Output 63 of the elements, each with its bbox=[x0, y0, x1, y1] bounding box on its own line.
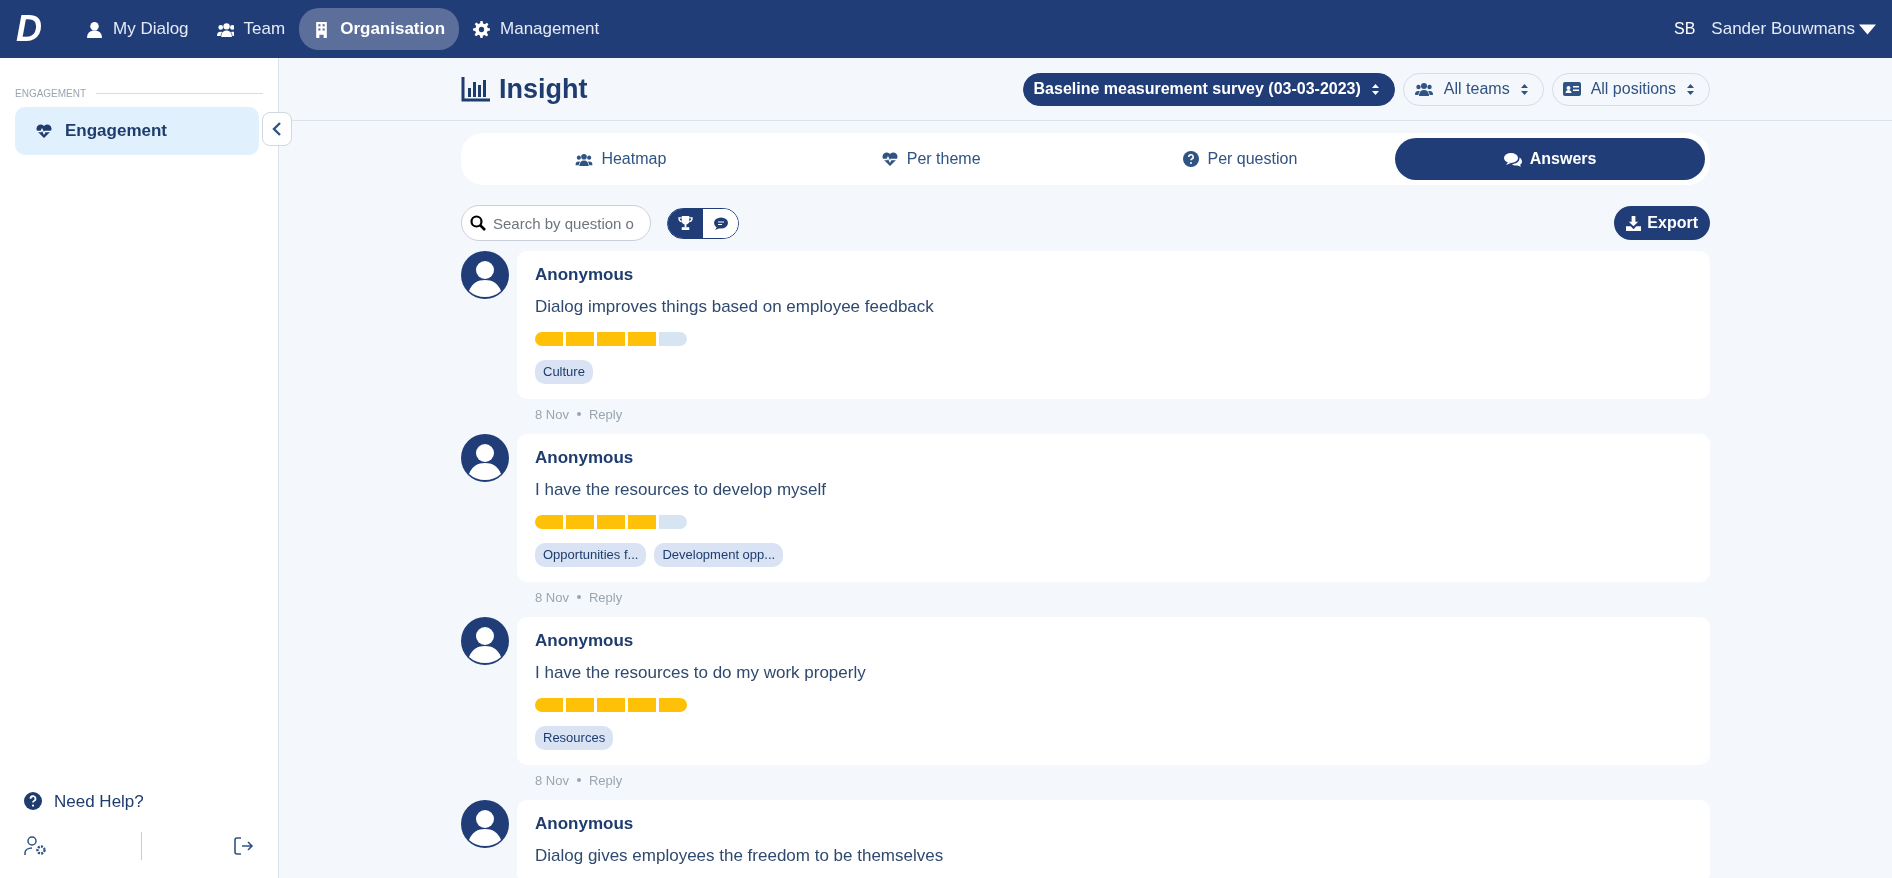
chevron-left-icon bbox=[272, 122, 282, 136]
person-icon bbox=[86, 20, 103, 38]
theme-tag: Resources bbox=[535, 726, 614, 750]
nav-tab[interactable]: Organisation bbox=[299, 8, 460, 50]
nav-tab[interactable]: Team bbox=[202, 8, 300, 50]
user-settings-icon bbox=[24, 836, 48, 856]
author-name: Anonymous bbox=[535, 264, 635, 286]
answer-date: 8 Nov bbox=[535, 405, 569, 424]
avatar-silhouette-icon bbox=[461, 434, 509, 482]
view-toggle-button[interactable] bbox=[668, 208, 703, 238]
heartbeat-icon bbox=[35, 123, 53, 139]
people-icon bbox=[1413, 81, 1434, 97]
answer-date: 8 Nov bbox=[535, 771, 569, 790]
sort-icon bbox=[1686, 82, 1695, 96]
sort-icon bbox=[1370, 82, 1380, 96]
bar-chart-icon bbox=[461, 76, 491, 102]
page-title: Insight bbox=[499, 72, 588, 106]
view-tab[interactable]: Heatmap bbox=[466, 138, 776, 180]
question-icon bbox=[1183, 151, 1200, 167]
people-icon bbox=[575, 151, 594, 167]
id-card-icon bbox=[1562, 82, 1581, 96]
view-tab[interactable]: Per question bbox=[1085, 138, 1396, 180]
help-link[interactable]: Need Help? bbox=[24, 788, 144, 814]
avatar-silhouette-icon bbox=[461, 617, 509, 665]
heartbeat-icon bbox=[880, 151, 899, 167]
theme-tag: Opportunities f... bbox=[535, 543, 647, 567]
sort-icon bbox=[1519, 82, 1529, 96]
sign-out-icon bbox=[234, 837, 254, 855]
nav-tab[interactable]: My Dialog bbox=[72, 8, 203, 50]
author-name: Anonymous bbox=[535, 447, 635, 469]
question-text: I have the resources to develop myself bbox=[535, 478, 828, 501]
question-text: I have the resources to do my work properly bbox=[535, 661, 867, 684]
filter-dropdown[interactable]: All teams bbox=[1402, 72, 1544, 106]
view-tab[interactable]: Answers bbox=[1395, 138, 1705, 180]
export-button[interactable]: Export bbox=[1614, 206, 1710, 240]
speech-bubble-icon bbox=[713, 216, 728, 230]
avatar-silhouette-icon bbox=[461, 800, 509, 848]
download-icon bbox=[1626, 215, 1642, 231]
filter-dropdown[interactable]: All positions bbox=[1551, 72, 1710, 106]
logo: D bbox=[16, 11, 42, 47]
filter-dropdown[interactable]: Baseline measurement survey (03-03-2023) bbox=[1022, 72, 1395, 106]
speech-bubbles-icon bbox=[1503, 151, 1522, 167]
nav-tab[interactable]: Management bbox=[459, 8, 614, 50]
section-label: ENGAGEMENT bbox=[15, 87, 87, 101]
people-icon bbox=[216, 20, 234, 38]
author-name: Anonymous bbox=[535, 630, 635, 652]
user-menu[interactable]: Sander Bouwmans bbox=[1711, 16, 1876, 42]
author-name: Anonymous bbox=[535, 813, 635, 835]
collapse-button[interactable] bbox=[262, 112, 292, 146]
question-text: Dialog gives employees the freedom to be themselves bbox=[535, 844, 945, 867]
question-text: Dialog improves things based on employee feedback bbox=[535, 295, 935, 318]
search-field[interactable]: Search by question o bbox=[461, 205, 651, 241]
theme-tag: Development opp... bbox=[654, 543, 784, 567]
answer-date: 8 Nov bbox=[535, 588, 569, 607]
gear-icon bbox=[473, 20, 491, 38]
question-icon bbox=[24, 792, 42, 811]
theme-tag: Culture bbox=[535, 360, 593, 384]
sidebar-item[interactable]: Engagement bbox=[15, 107, 259, 155]
view-tab[interactable]: Per theme bbox=[775, 138, 1086, 180]
avatar-silhouette-icon bbox=[461, 251, 509, 299]
view-toggle-button[interactable] bbox=[703, 208, 738, 238]
trophy-icon bbox=[678, 216, 693, 230]
user-initials: SB bbox=[1674, 19, 1696, 39]
